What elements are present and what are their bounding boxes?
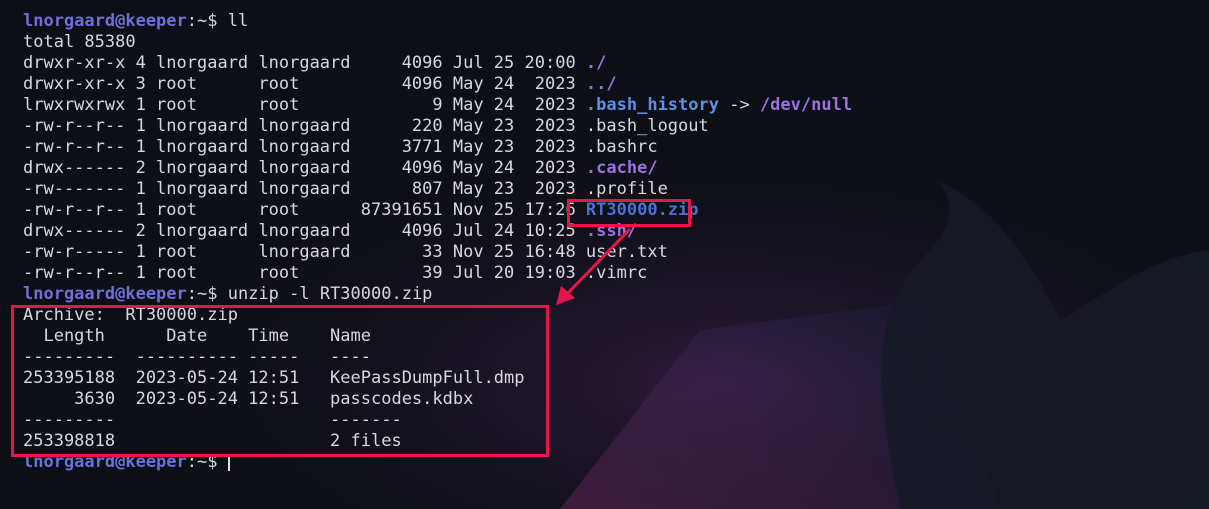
annotation-arrow — [556, 227, 632, 305]
